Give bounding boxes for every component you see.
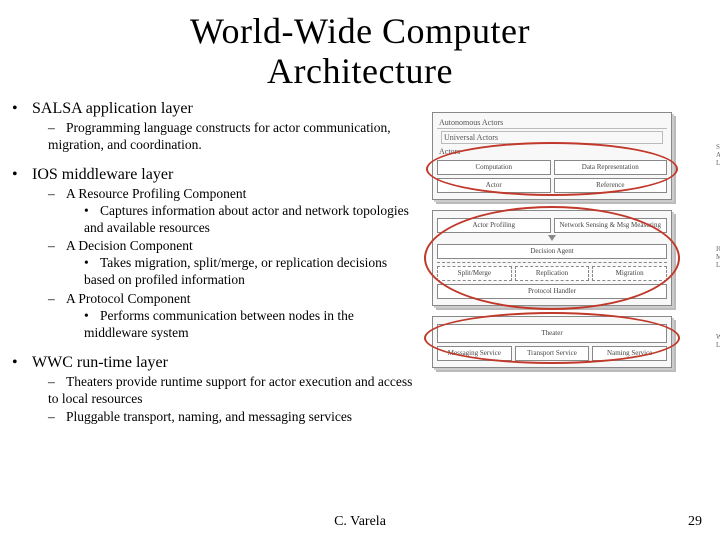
diagram-box: Actor — [437, 178, 551, 193]
layer-label-salsa: Salsa Application Layer — [716, 112, 720, 200]
sub-bullet: –A Decision Component — [48, 238, 417, 255]
diagram-layer-wwc: Theater Messaging Service Transport Serv… — [432, 316, 672, 368]
sub-bullet: –A Protocol Component — [48, 291, 417, 308]
diagram-box: Messaging Service — [437, 346, 512, 361]
sub-bullet: –Pluggable transport, naming, and messag… — [48, 409, 417, 426]
diagram-layer-ios: Actor Profiling Network Sensing & Msg Me… — [432, 210, 672, 306]
diagram-box: Split/Merge — [437, 266, 512, 281]
arrow-down-icon — [548, 235, 556, 241]
section-salsa: •SALSA application layer –Programming la… — [12, 100, 417, 154]
diagram-box: Computation — [437, 160, 551, 175]
diagram-box: Data Representation — [554, 160, 668, 175]
diagram-box: Naming Service — [592, 346, 667, 361]
sub-bullet: –Programming language constructs for act… — [48, 120, 417, 154]
diagram-box: Migration — [592, 266, 667, 281]
sub-sub-bullet: •Captures information about actor and ne… — [84, 203, 417, 237]
diagram-box: Theater — [437, 324, 667, 343]
bullet-ios: •IOS middleware layer — [12, 166, 417, 184]
layer-label-ios: IOS Middleware Layer — [716, 210, 720, 306]
sub-bullet: –Theaters provide runtime support for ac… — [48, 374, 417, 408]
bullet-wwc: •WWC run-time layer — [12, 354, 417, 372]
diagram-box: Transport Service — [515, 346, 590, 361]
sub-sub-bullet: •Takes migration, split/merge, or replic… — [84, 255, 417, 289]
footer-page-number: 29 — [688, 514, 702, 530]
footer-author: C. Varela — [0, 514, 720, 530]
diagram-box: Network Sensing & Msg Measuring — [554, 218, 668, 233]
diagram-box: Protocol Handler — [437, 284, 667, 299]
slide-title: World-Wide Computer Architecture — [0, 0, 720, 95]
layer-label-wwc: WWC Layer — [716, 316, 720, 368]
diagram-box: Replication — [515, 266, 590, 281]
diagram-layer-salsa: Autonomous Actors Universal Actors Actor… — [432, 112, 672, 200]
bullet-salsa: •SALSA application layer — [12, 100, 417, 118]
diagram-box: Reference — [554, 178, 668, 193]
content-body: •SALSA application layer –Programming la… — [12, 100, 417, 438]
sub-sub-bullet: •Performs communication between nodes in… — [84, 308, 417, 342]
diagram-box: Decision Agent — [437, 244, 667, 259]
architecture-diagram: Autonomous Actors Universal Actors Actor… — [432, 112, 712, 378]
diagram-box: Actor Profiling — [437, 218, 551, 233]
section-ios: •IOS middleware layer –A Resource Profil… — [12, 166, 417, 342]
sub-bullet: –A Resource Profiling Component — [48, 186, 417, 203]
section-wwc: •WWC run-time layer –Theaters provide ru… — [12, 354, 417, 427]
